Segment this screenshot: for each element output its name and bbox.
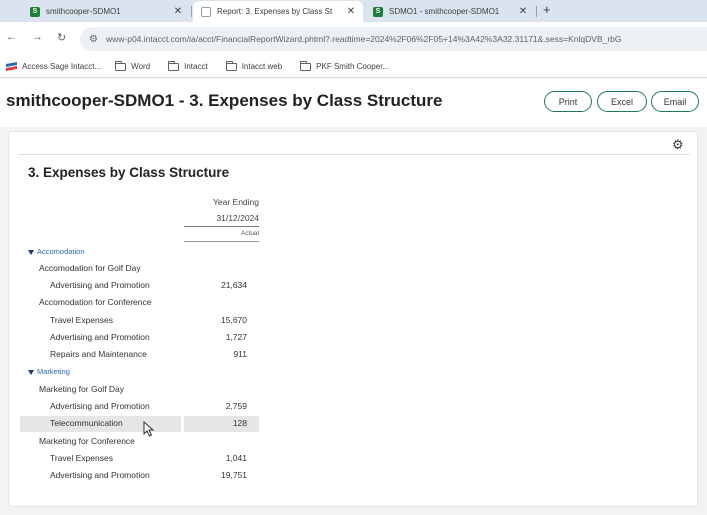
forward-arrow-icon[interactable]: →	[32, 31, 43, 43]
row-label: Advertising and Promotion	[50, 332, 150, 342]
row-label: Telecommunication	[50, 418, 123, 428]
site-settings-icon[interactable]: ⚙	[89, 34, 98, 45]
tab-separator	[536, 6, 537, 17]
group-row: Marketing for Golf Day	[0, 383, 260, 397]
bookmark-intacct-web[interactable]: Intacct web	[225, 60, 283, 71]
folder-icon	[115, 60, 127, 71]
group-label: Marketing for Golf Day	[39, 384, 125, 394]
new-tab-button[interactable]: +	[543, 2, 551, 17]
tab-title: Report: 3. Expenses by Class St	[217, 7, 333, 16]
group-label: Accomodation for Golf Day	[39, 263, 141, 273]
row-label: Repairs and Maintenance	[50, 349, 147, 359]
bookmark-label: Intacct	[184, 62, 208, 71]
bookmark-label: Word	[131, 62, 151, 71]
column-header-line2: 31/12/2024	[216, 213, 259, 223]
gear-icon[interactable]: ⚙	[672, 137, 684, 153]
folder-icon	[168, 60, 180, 71]
row-label: Advertising and Promotion	[50, 401, 150, 411]
page-header: smithcooper-SDMO1 - 3. Expenses by Class…	[0, 79, 707, 127]
bookmarks-bar: Access Sage Intacct... Word Intacct Inta…	[0, 56, 707, 78]
row-value[interactable]: 19,751	[185, 470, 247, 480]
sage-favicon-icon: S	[373, 6, 383, 17]
group-row: Marketing for Conference	[0, 435, 260, 449]
reload-icon[interactable]: ↻	[57, 31, 66, 44]
tab-smithcooper[interactable]: S smithcooper-SDMO1 ✕	[22, 1, 190, 22]
tab-separator	[191, 6, 192, 17]
bookmark-intacct[interactable]: Intacct	[168, 60, 208, 71]
table-row[interactable]: Advertising and Promotion 21,634	[0, 279, 260, 293]
row-value[interactable]: 1,727	[185, 332, 247, 342]
bookmark-pkf[interactable]: PKF Smith Cooper...	[300, 60, 390, 71]
row-value[interactable]: 911	[185, 349, 247, 359]
table-row[interactable]: Advertising and Promotion 2,759	[0, 400, 260, 414]
row-value[interactable]: 1,041	[185, 453, 247, 463]
bookmark-sage[interactable]: Access Sage Intacct...	[6, 62, 101, 71]
row-value[interactable]: 2,759	[185, 401, 247, 411]
folder-icon	[300, 60, 312, 71]
report-title: 3. Expenses by Class Structure	[28, 165, 230, 180]
bookmark-label: Intacct web	[241, 62, 283, 71]
sage-logo-icon	[6, 63, 17, 71]
print-button[interactable]: Print	[544, 91, 592, 112]
table-row[interactable]: Repairs and Maintenance 911	[0, 348, 260, 362]
row-value[interactable]: 15,670	[185, 315, 247, 325]
email-button[interactable]: Email	[651, 91, 699, 112]
collapse-triangle-icon[interactable]	[28, 249, 34, 255]
address-bar[interactable]: ⚙ www-p04.intacct.com/ia/acct/FinancialR…	[80, 27, 707, 51]
row-label: Travel Expenses	[50, 315, 113, 325]
folder-icon	[225, 60, 237, 71]
group-row: Accomodation for Golf Day	[0, 262, 260, 276]
back-arrow-icon[interactable]: ←	[6, 31, 17, 43]
page-favicon-icon	[201, 6, 211, 17]
section-label: Accomodation	[37, 247, 85, 256]
table-row[interactable]: Travel Expenses 15,670	[0, 314, 260, 328]
bookmark-label: PKF Smith Cooper...	[316, 62, 390, 71]
column-subheader: Actual	[240, 230, 259, 237]
group-label: Accomodation for Conference	[39, 297, 152, 307]
tab-title: SDMO1 - smithcooper-SDMO1	[389, 7, 500, 16]
section-label: Marketing	[37, 367, 70, 376]
close-icon[interactable]: ✕	[345, 6, 357, 17]
divider	[18, 154, 690, 155]
bookmark-word[interactable]: Word	[115, 60, 151, 71]
url-text[interactable]: www-p04.intacct.com/ia/acct/FinancialRep…	[106, 34, 622, 44]
excel-button[interactable]: Excel	[597, 91, 647, 112]
tab-sdmo1[interactable]: S SDMO1 - smithcooper-SDMO1 ✕	[365, 1, 535, 22]
sage-favicon-icon: S	[30, 6, 40, 17]
collapse-triangle-icon[interactable]	[28, 369, 34, 375]
column-header-line1: Year Ending	[212, 197, 259, 207]
group-row: Accomodation for Conference	[0, 296, 260, 310]
tab-report[interactable]: Report: 3. Expenses by Class St ✕	[193, 1, 363, 22]
table-row[interactable]: Advertising and Promotion 1,727	[0, 331, 260, 345]
tab-strip: S smithcooper-SDMO1 ✕ Report: 3. Expense…	[0, 0, 707, 22]
row-label: Advertising and Promotion	[50, 470, 150, 480]
row-label: Advertising and Promotion	[50, 280, 150, 290]
close-icon[interactable]: ✕	[517, 6, 529, 17]
mouse-cursor-icon	[143, 421, 155, 437]
browser-toolbar: ← → ↻ ⚙ www-p04.intacct.com/ia/acct/Fina…	[0, 22, 707, 56]
row-value[interactable]: 128	[185, 418, 247, 428]
row-value[interactable]: 21,634	[185, 280, 247, 290]
table-row-highlighted[interactable]: Telecommunication 128	[0, 417, 260, 431]
tab-title: smithcooper-SDMO1	[46, 7, 121, 16]
row-label: Travel Expenses	[50, 453, 113, 463]
table-row[interactable]: Advertising and Promotion 19,751	[0, 469, 260, 483]
group-label: Marketing for Conference	[39, 436, 135, 446]
bookmark-label: Access Sage Intacct...	[22, 62, 102, 71]
column-rule	[184, 226, 259, 227]
close-icon[interactable]: ✕	[172, 6, 184, 17]
page-title: smithcooper-SDMO1 - 3. Expenses by Class…	[6, 91, 443, 110]
table-row[interactable]: Travel Expenses 1,041	[0, 452, 260, 466]
column-rule	[184, 241, 259, 242]
